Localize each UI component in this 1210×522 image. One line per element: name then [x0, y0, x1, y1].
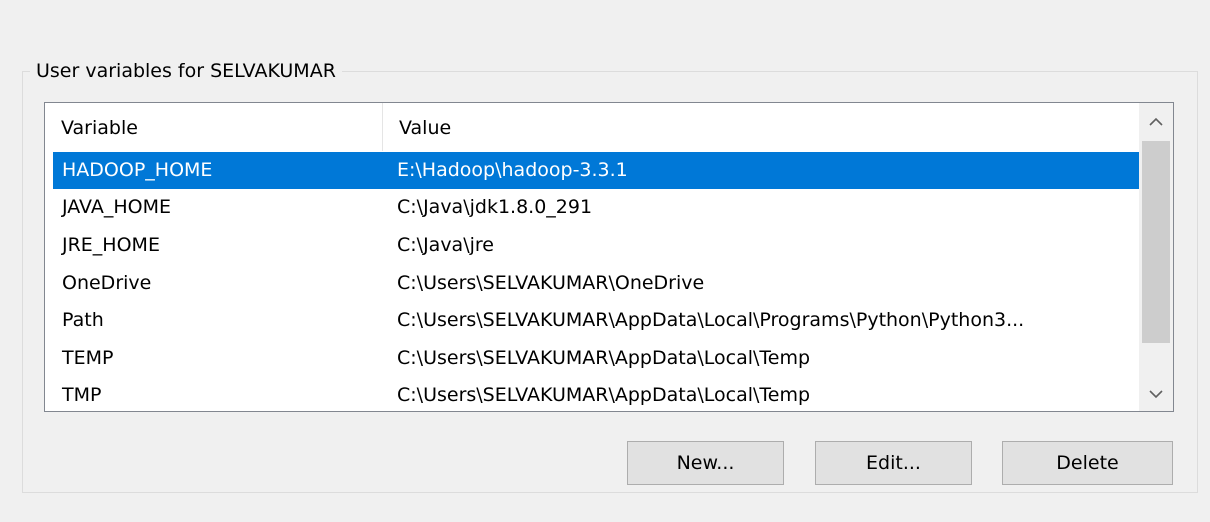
variable-name: Path — [62, 309, 104, 331]
variable-value: C:\Java\jre — [397, 234, 494, 256]
delete-button[interactable]: Delete — [1002, 441, 1173, 485]
variable-value: C:\Users\SELVAKUMAR\AppData\Local\Progra… — [397, 309, 1025, 331]
list-row-jre-home[interactable]: JRE_HOME C:\Java\jre — [53, 227, 1139, 264]
variable-value: C:\Users\SELVAKUMAR\OneDrive — [397, 272, 705, 294]
variable-name: TMP — [62, 384, 102, 406]
variable-value: C:\Users\SELVAKUMAR\AppData\Local\Temp — [397, 384, 811, 406]
list-row-path[interactable]: Path C:\Users\SELVAKUMAR\AppData\Local\P… — [53, 302, 1139, 339]
user-variables-list[interactable]: Variable Value HADOOP_HOME E:\Hadoop\had… — [44, 102, 1174, 412]
column-header-value[interactable]: Value — [383, 103, 1139, 151]
variable-name: JRE_HOME — [62, 234, 160, 256]
list-row-hadoop-home[interactable]: HADOOP_HOME E:\Hadoop\hadoop-3.3.1 — [53, 152, 1139, 189]
variable-name: JAVA_HOME — [62, 196, 171, 218]
variable-value: E:\Hadoop\hadoop-3.3.1 — [397, 159, 628, 181]
variable-name: TEMP — [62, 347, 114, 369]
new-button[interactable]: New... — [627, 441, 784, 485]
list-row-tmp[interactable]: TMP C:\Users\SELVAKUMAR\AppData\Local\Te… — [53, 377, 1139, 411]
list-rows: HADOOP_HOME E:\Hadoop\hadoop-3.3.1 JAVA_… — [53, 152, 1139, 411]
group-title: User variables for SELVAKUMAR — [30, 58, 342, 84]
environment-variables-dialog: User variables for SELVAKUMAR Variable V… — [0, 0, 1210, 522]
variable-value: C:\Users\SELVAKUMAR\AppData\Local\Temp — [397, 347, 811, 369]
list-row-onedrive[interactable]: OneDrive C:\Users\SELVAKUMAR\OneDrive — [53, 265, 1139, 302]
variable-value: C:\Java\jdk1.8.0_291 — [397, 196, 593, 218]
chevron-down-icon[interactable] — [1139, 375, 1173, 411]
list-row-temp[interactable]: TEMP C:\Users\SELVAKUMAR\AppData\Local\T… — [53, 340, 1139, 377]
scrollbar-thumb[interactable] — [1142, 141, 1170, 343]
vertical-scrollbar[interactable] — [1139, 103, 1173, 411]
column-header-variable[interactable]: Variable — [45, 103, 383, 151]
chevron-up-icon[interactable] — [1139, 103, 1173, 139]
variable-name: HADOOP_HOME — [62, 159, 213, 181]
edit-button[interactable]: Edit... — [815, 441, 972, 485]
list-header: Variable Value — [45, 103, 1139, 151]
list-row-java-home[interactable]: JAVA_HOME C:\Java\jdk1.8.0_291 — [53, 189, 1139, 226]
variable-name: OneDrive — [62, 272, 152, 294]
